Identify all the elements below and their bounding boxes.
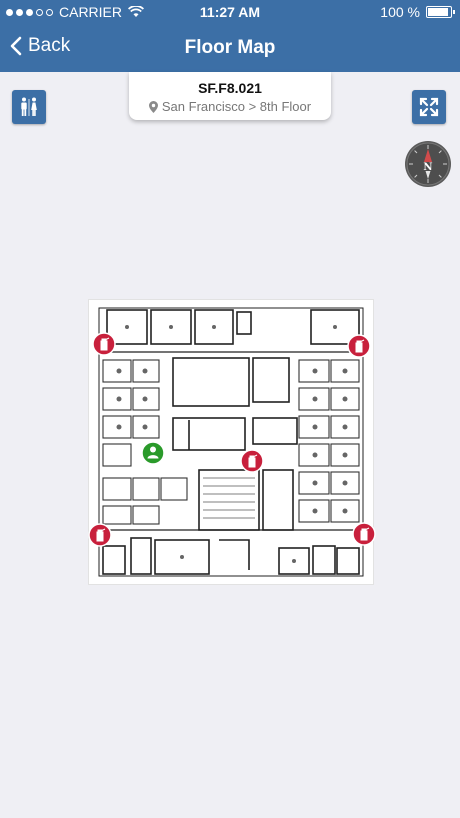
status-bar: CARRIER 11:27 AM 100 % bbox=[0, 0, 460, 24]
top-bar: CARRIER 11:27 AM 100 % Back Floor Map bbox=[0, 0, 460, 72]
current-location-marker[interactable] bbox=[141, 441, 165, 465]
fire-extinguisher-marker[interactable] bbox=[347, 334, 371, 358]
fire-extinguisher-marker[interactable] bbox=[352, 522, 376, 546]
battery-percent: 100 % bbox=[380, 4, 420, 20]
location-path: San Francisco > 8th Floor bbox=[161, 99, 312, 114]
battery-icon bbox=[426, 6, 455, 18]
restroom-icon bbox=[21, 97, 37, 116]
restroom-button[interactable] bbox=[12, 90, 46, 124]
fire-extinguisher-marker[interactable] bbox=[92, 332, 116, 356]
page-title: Floor Map bbox=[184, 37, 276, 58]
expand-button[interactable] bbox=[412, 90, 446, 124]
fire-extinguisher-marker[interactable] bbox=[240, 449, 264, 473]
navigation-bar: Back Floor Map bbox=[0, 24, 460, 72]
floor-plan-drawing bbox=[98, 307, 364, 577]
map-pin-icon bbox=[148, 100, 158, 113]
expand-icon bbox=[419, 97, 439, 117]
fire-extinguisher-marker[interactable] bbox=[88, 523, 112, 547]
location-card: SF.F8.021 San Francisco > 8th Floor bbox=[129, 72, 331, 120]
compass-button[interactable]: N bbox=[405, 141, 451, 187]
room-code: SF.F8.021 bbox=[198, 80, 262, 96]
floor-plan-map[interactable] bbox=[88, 299, 376, 585]
compass-direction: N bbox=[423, 162, 433, 173]
